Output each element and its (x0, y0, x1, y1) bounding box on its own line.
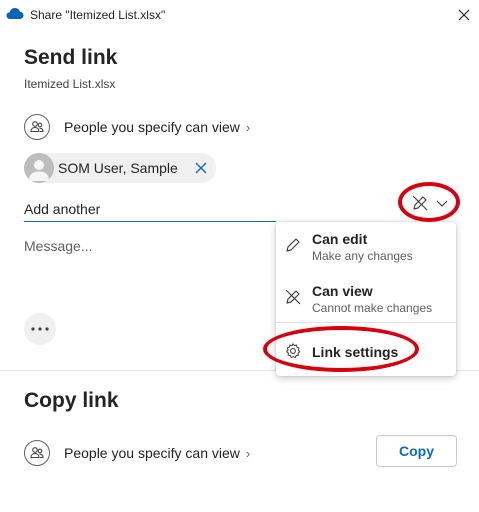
pencil-slash-icon (285, 289, 301, 305)
chevron-down-icon (436, 200, 448, 207)
permission-menu: Can edit Make any changes Can view Canno… (276, 222, 456, 376)
message-field[interactable] (24, 238, 264, 298)
permission-dropdown-button[interactable] (404, 188, 454, 218)
menu-item-link-settings[interactable]: Link settings (276, 334, 456, 368)
menu-item-subtitle: Cannot make changes (312, 301, 433, 315)
close-icon[interactable] (456, 7, 472, 23)
send-link-heading: Send link (24, 46, 118, 69)
menu-item-can-view[interactable]: Can view Cannot make changes (276, 274, 456, 322)
more-options-button[interactable] (24, 313, 56, 345)
remove-recipient-icon[interactable] (194, 161, 208, 175)
send-link-permission-label: People you specify can view (64, 119, 240, 135)
copy-link-permission-label: People you specify can view (64, 445, 240, 461)
pencil-slash-icon (412, 195, 428, 211)
people-icon (24, 440, 50, 466)
menu-divider (276, 322, 456, 323)
chevron-right-icon: › (245, 119, 251, 135)
menu-item-title: Can view (312, 283, 373, 299)
avatar (24, 153, 54, 183)
onedrive-cloud-icon (6, 8, 24, 19)
recipient-chip: SOM User, Sample (24, 153, 216, 183)
copy-link-heading: Copy link (24, 389, 119, 412)
title-bar: Share "Itemized List.xlsx" (0, 0, 479, 32)
menu-item-title: Can edit (312, 231, 368, 247)
more-icon (31, 327, 49, 331)
send-link-permission-button[interactable]: People you specify can view › (24, 114, 250, 140)
file-name: Itemized List.xlsx (24, 77, 116, 91)
window-title: Share "Itemized List.xlsx" (30, 8, 166, 22)
people-icon (24, 114, 50, 140)
chevron-right-icon: › (245, 445, 251, 461)
recipient-name: SOM User, Sample (58, 160, 178, 176)
pencil-icon (286, 238, 300, 252)
menu-item-title: Link settings (312, 344, 399, 360)
copy-button[interactable]: Copy (376, 435, 457, 467)
add-recipient-input[interactable] (24, 196, 276, 222)
menu-item-subtitle: Make any changes (312, 249, 413, 263)
copy-link-permission-button[interactable]: People you specify can view › (24, 440, 250, 466)
gear-icon (286, 343, 301, 359)
menu-item-can-edit[interactable]: Can edit Make any changes (276, 222, 456, 270)
